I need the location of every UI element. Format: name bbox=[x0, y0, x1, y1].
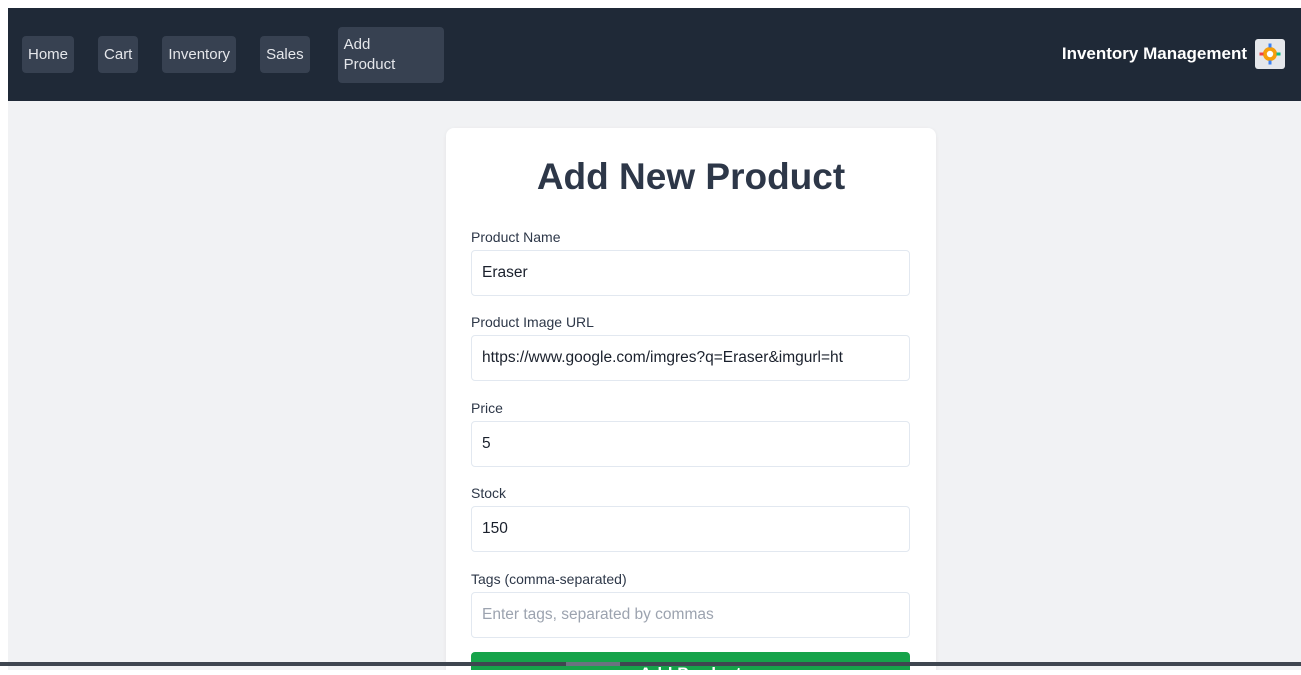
nav-links: Home Cart Inventory Sales Add Product bbox=[22, 26, 468, 83]
product-name-input[interactable] bbox=[471, 250, 910, 296]
nav-add-product-line2: Product bbox=[343, 55, 396, 73]
tags-label: Tags (comma-separated) bbox=[471, 571, 627, 587]
nav-home-link[interactable]: Home bbox=[22, 36, 75, 73]
product-name-field: Product Name bbox=[471, 228, 910, 296]
stock-label: Stock bbox=[471, 485, 507, 501]
scrollbar-thumb[interactable] bbox=[566, 662, 620, 666]
brand[interactable]: Inventory Management bbox=[1062, 39, 1285, 69]
tags-input[interactable] bbox=[471, 592, 910, 638]
price-label: Price bbox=[471, 400, 503, 416]
product-name-label: Product Name bbox=[471, 229, 561, 245]
add-product-button[interactable]: Add Product bbox=[471, 652, 910, 670]
nav-inventory-link[interactable]: Inventory bbox=[162, 36, 237, 73]
page-title: Add New Product bbox=[536, 156, 846, 197]
nav-sales-link[interactable]: Sales bbox=[260, 36, 310, 73]
product-image-url-label: Product Image URL bbox=[471, 314, 594, 330]
nav-add-product-link[interactable]: Add Product bbox=[337, 26, 444, 83]
stock-input[interactable] bbox=[471, 506, 910, 552]
app-screen: Home Cart Inventory Sales Add Product In… bbox=[8, 8, 1301, 670]
add-product-card: Add New Product Product Name Product Ima… bbox=[446, 128, 936, 670]
navbar: Home Cart Inventory Sales Add Product In… bbox=[8, 8, 1301, 101]
horizontal-scrollbar[interactable] bbox=[0, 662, 1301, 666]
price-input[interactable] bbox=[471, 421, 910, 467]
tags-field: Tags (comma-separated) bbox=[471, 570, 910, 638]
brand-title: Inventory Management bbox=[1061, 44, 1247, 63]
product-image-url-field: Product Image URL bbox=[471, 313, 910, 381]
nav-add-product-line1: Add bbox=[343, 35, 371, 53]
nav-cart-link[interactable]: Cart bbox=[98, 36, 139, 73]
price-field: Price bbox=[471, 399, 910, 467]
stock-field: Stock bbox=[471, 484, 910, 552]
inventory-logo-icon bbox=[1255, 39, 1285, 69]
product-image-url-input[interactable] bbox=[471, 335, 910, 381]
